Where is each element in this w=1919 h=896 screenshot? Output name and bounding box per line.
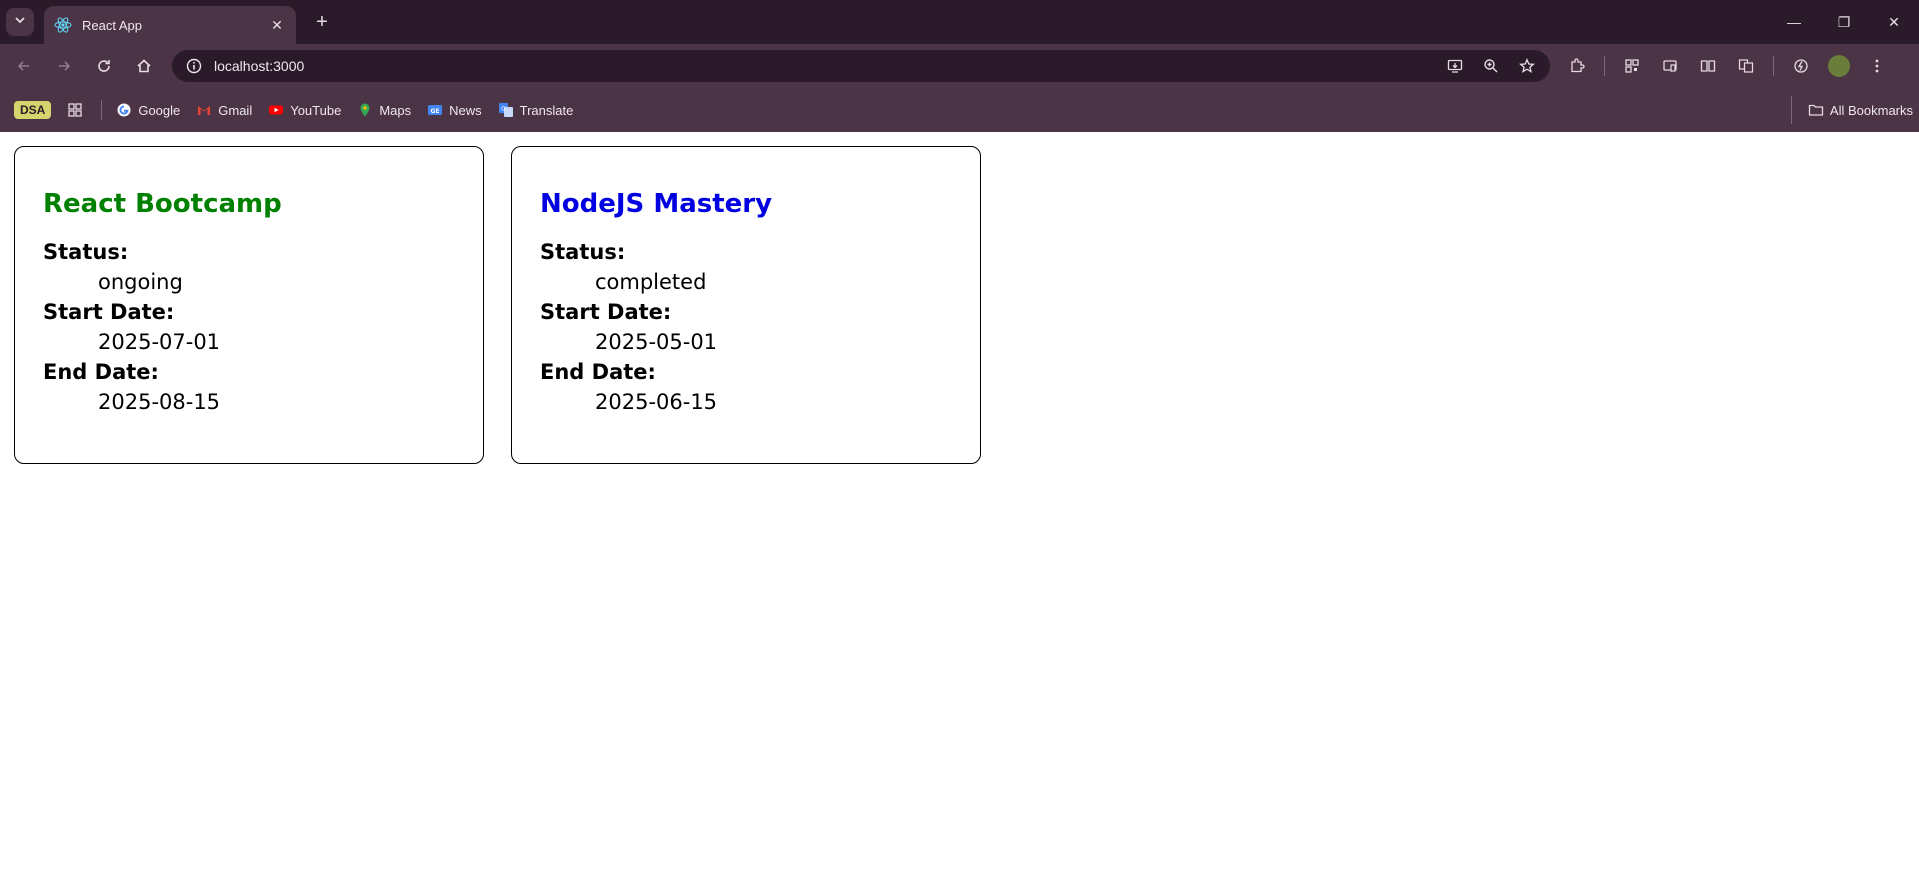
end-date-label: End Date: xyxy=(43,360,159,384)
forward-icon[interactable] xyxy=(48,50,80,82)
bookmark-star-icon[interactable] xyxy=(1516,55,1538,77)
install-app-icon[interactable] xyxy=(1444,55,1466,77)
home-icon[interactable] xyxy=(128,50,160,82)
course-details: Status: ongoing Start Date: 2025-07-01 E… xyxy=(43,237,455,417)
bookmarks-separator xyxy=(101,100,103,120)
start-date-value: 2025-05-01 xyxy=(595,330,718,354)
toolbar-separator xyxy=(1773,56,1774,76)
bookmarks-bar: DSA Google Gmail YouTube Maps GE News G … xyxy=(0,88,1919,132)
url-text: localhost:3000 xyxy=(214,58,305,74)
reading-mode-icon[interactable] xyxy=(1697,55,1719,77)
apps-grid-icon[interactable] xyxy=(61,96,89,124)
close-window-icon[interactable]: ✕ xyxy=(1869,0,1919,44)
start-date-value: 2025-07-01 xyxy=(98,330,221,354)
restore-icon[interactable]: ❐ xyxy=(1819,0,1869,44)
zoom-icon[interactable] xyxy=(1480,55,1502,77)
status-value: completed xyxy=(595,270,707,294)
translate-icon: G xyxy=(498,102,514,118)
course-title: NodeJS Mastery xyxy=(540,189,773,219)
react-icon xyxy=(54,16,72,34)
bookmark-folder-dsa[interactable]: DSA xyxy=(14,101,52,119)
course-details: Status: completed Start Date: 2025-05-01… xyxy=(540,237,952,417)
window-controls: — ❐ ✕ xyxy=(1769,0,1919,44)
all-bookmarks-button[interactable]: All Bookmarks xyxy=(1790,96,1913,124)
browser-toolbar: localhost:3000 xyxy=(0,44,1919,88)
close-tab-icon[interactable]: ✕ xyxy=(268,16,286,34)
course-card: NodeJS Mastery Status: completed Start D… xyxy=(511,146,981,464)
bookmark-youtube[interactable]: YouTube xyxy=(262,96,347,124)
start-date-label: Start Date: xyxy=(540,300,672,324)
end-date-value: 2025-08-15 xyxy=(98,390,221,414)
start-date-label: Start Date: xyxy=(43,300,175,324)
browser-chrome: React App ✕ + — ❐ ✕ localhost:3000 DSA G… xyxy=(0,0,1919,132)
back-icon[interactable] xyxy=(8,50,40,82)
end-date-label: End Date: xyxy=(540,360,656,384)
toolbar-separator xyxy=(1604,56,1605,76)
bookmark-translate[interactable]: G Translate xyxy=(492,96,580,124)
site-info-icon[interactable] xyxy=(184,56,204,76)
tab-search-button[interactable] xyxy=(6,8,34,36)
bookmark-google[interactable]: Google xyxy=(110,96,186,124)
tab-strip: React App ✕ + — ❐ ✕ xyxy=(0,0,1919,44)
cast-icon[interactable] xyxy=(1659,55,1681,77)
gmail-icon xyxy=(196,102,212,118)
status-value: ongoing xyxy=(98,270,183,294)
tab-react-app[interactable]: React App ✕ xyxy=(44,6,296,44)
end-date-value: 2025-06-15 xyxy=(595,390,718,414)
svg-text:G: G xyxy=(501,106,506,113)
bookmark-news[interactable]: GE News xyxy=(421,96,488,124)
minimize-icon[interactable]: — xyxy=(1769,0,1819,44)
status-label: Status: xyxy=(43,240,129,264)
address-bar[interactable]: localhost:3000 xyxy=(172,50,1550,82)
new-tab-button[interactable]: + xyxy=(310,10,334,34)
more-menu-icon[interactable] xyxy=(1866,55,1888,77)
page-content: React Bootcamp Status: ongoing Start Dat… xyxy=(0,132,1919,894)
course-card: React Bootcamp Status: ongoing Start Dat… xyxy=(14,146,484,464)
profile-avatar[interactable] xyxy=(1828,55,1850,77)
youtube-icon xyxy=(268,102,284,118)
translate-page-icon[interactable] xyxy=(1735,55,1757,77)
chevron-down-icon xyxy=(14,13,26,31)
tab-title: React App xyxy=(82,17,142,33)
svg-text:GE: GE xyxy=(431,108,440,115)
news-icon: GE xyxy=(427,102,443,118)
bookmark-maps[interactable]: Maps xyxy=(351,96,417,124)
google-icon xyxy=(116,102,132,118)
status-label: Status: xyxy=(540,240,626,264)
performance-icon[interactable] xyxy=(1790,55,1812,77)
bookmark-gmail[interactable]: Gmail xyxy=(190,96,258,124)
extensions-icon[interactable] xyxy=(1566,55,1588,77)
reload-icon[interactable] xyxy=(88,50,120,82)
qr-code-icon[interactable] xyxy=(1621,55,1643,77)
folder-icon xyxy=(1808,102,1824,118)
course-title: React Bootcamp xyxy=(43,189,282,219)
maps-icon xyxy=(357,102,373,118)
